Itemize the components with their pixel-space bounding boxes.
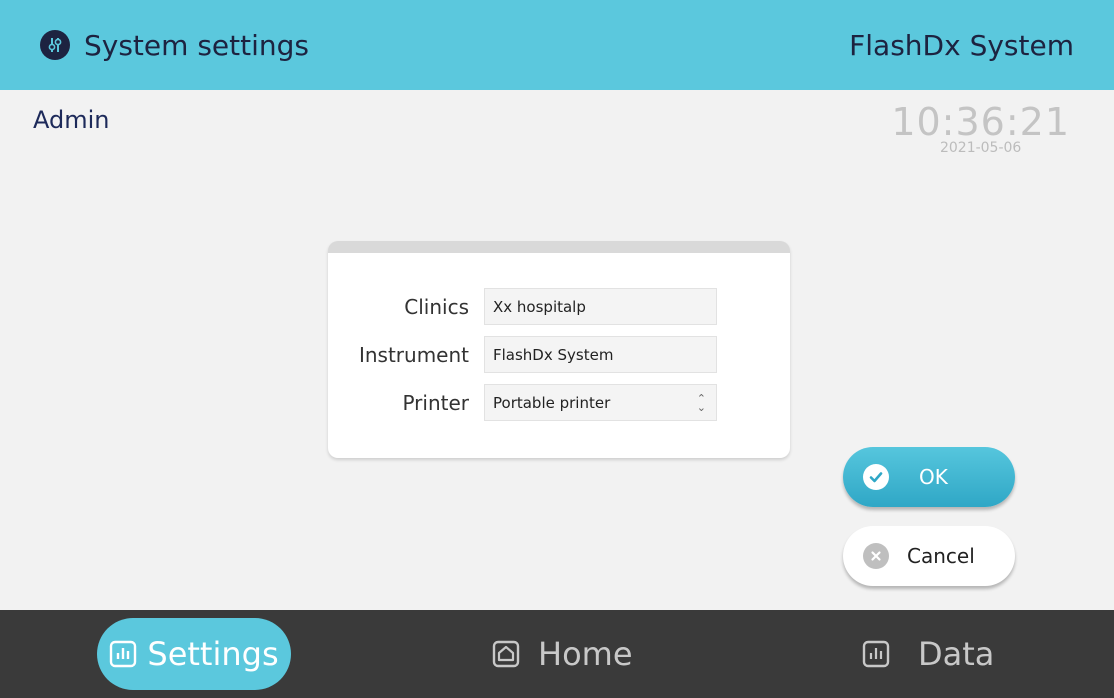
cancel-button-label: Cancel bbox=[907, 544, 975, 568]
clinics-input[interactable]: Xx hospitalp bbox=[484, 288, 717, 325]
app-header: System settings FlashDx System bbox=[0, 0, 1114, 90]
clock: 10:36:21 2021-05-06 bbox=[891, 100, 1070, 156]
ok-button[interactable]: OK bbox=[843, 447, 1015, 507]
instrument-row: Instrument FlashDx System bbox=[328, 336, 790, 373]
nav-home[interactable]: Home bbox=[492, 618, 633, 690]
printer-select[interactable]: Portable printer ⌃ ⌄ bbox=[484, 384, 717, 421]
select-updown-icon: ⌃ ⌄ bbox=[696, 392, 706, 414]
printer-label: Printer bbox=[402, 390, 469, 415]
nav-settings[interactable]: Settings bbox=[97, 618, 291, 690]
instrument-input[interactable]: FlashDx System bbox=[484, 336, 717, 373]
page-title: System settings bbox=[84, 28, 309, 62]
check-icon bbox=[863, 464, 889, 490]
instrument-label: Instrument bbox=[358, 342, 469, 367]
printer-select-value: Portable printer bbox=[493, 393, 611, 412]
nav-data[interactable]: Data bbox=[862, 618, 994, 690]
chart-icon bbox=[110, 640, 137, 668]
cancel-button[interactable]: Cancel bbox=[843, 526, 1015, 586]
nav-data-label: Data bbox=[918, 635, 995, 673]
user-name: Admin bbox=[33, 106, 110, 134]
bottom-nav: Settings Home Data bbox=[0, 610, 1114, 698]
settings-panel: Clinics Xx hospitalp Instrument FlashDx … bbox=[328, 241, 790, 458]
settings-sliders-icon bbox=[40, 30, 70, 60]
home-icon bbox=[492, 640, 520, 668]
header-left: System settings bbox=[40, 29, 309, 62]
clinics-label: Clinics bbox=[404, 294, 469, 319]
ok-button-label: OK bbox=[919, 465, 948, 489]
close-icon bbox=[863, 543, 889, 569]
clock-time: 10:36:21 bbox=[891, 100, 1070, 144]
brand-name: FlashDx System bbox=[849, 28, 1074, 62]
printer-row: Printer Portable printer ⌃ ⌄ bbox=[328, 384, 790, 421]
nav-settings-label: Settings bbox=[147, 635, 279, 673]
data-chart-icon bbox=[862, 640, 890, 668]
nav-home-label: Home bbox=[538, 635, 633, 673]
clinics-row: Clinics Xx hospitalp bbox=[328, 288, 790, 325]
